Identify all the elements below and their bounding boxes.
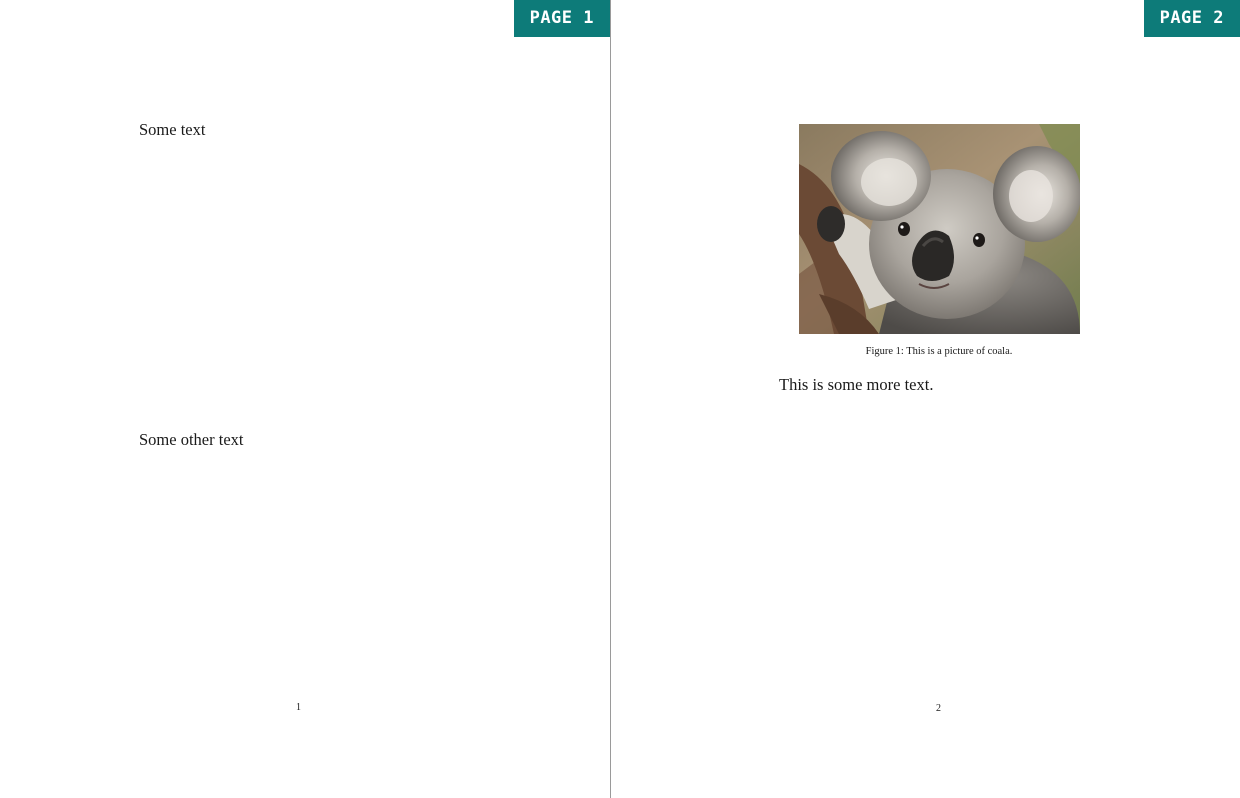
page-2-number: 2 — [936, 703, 941, 714]
koala-figure — [799, 124, 1080, 334]
page-2-tag: PAGE 2 — [1143, 0, 1240, 37]
figure-caption: Figure 1: This is a picture of coala. — [865, 346, 1013, 357]
page-1-tag: PAGE 1 — [513, 0, 610, 37]
paragraph-more-text: This is some more text. — [779, 375, 934, 394]
document-viewer: PAGE 1 Some text Some other text 1 PAGE … — [0, 0, 1240, 798]
koala-photo — [799, 124, 1080, 334]
paragraph-some-other-text: Some other text — [139, 430, 244, 449]
page-1-number: 1 — [296, 702, 301, 713]
page-1: PAGE 1 Some text Some other text 1 — [0, 0, 611, 798]
paragraph-some-text: Some text — [139, 120, 206, 139]
page-2: PAGE 2 Figure 1: This is a picture of co… — [611, 0, 1240, 798]
